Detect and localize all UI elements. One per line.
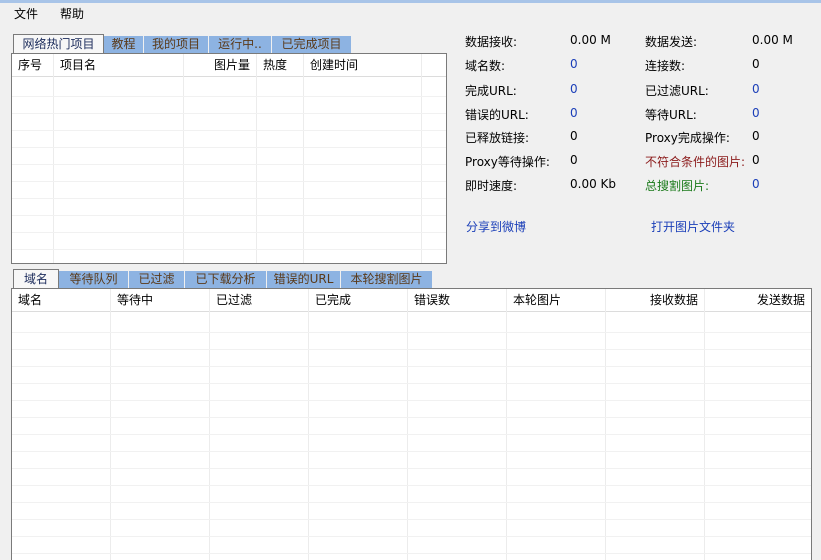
stat-label-error-url: 错误的URL: [465, 108, 529, 122]
tab-waiting-queue[interactable]: 等待队列 [59, 271, 129, 288]
tab-error-url[interactable]: 错误的URL [267, 271, 341, 288]
stat-value-instant-speed: 0.00 Kb [570, 177, 617, 191]
stat-value-completed-url: 0 [570, 82, 578, 96]
tab-round-images[interactable]: 本轮搜割图片 [341, 271, 433, 288]
column-header-errors[interactable]: 错误数 [408, 289, 507, 311]
menu-help[interactable]: 帮助 [56, 5, 88, 22]
tab-completed-projects[interactable]: 已完成项目 [272, 36, 352, 53]
project-table-header: 序号 项目名 图片量 热度 创建时间 [12, 54, 446, 77]
stat-label-proxy-completed: Proxy完成操作: [645, 131, 730, 145]
stat-value-proxy-completed: 0 [752, 129, 760, 143]
tab-hot-projects[interactable]: 网络热门项目 [13, 34, 104, 53]
stat-label-instant-speed: 即时速度: [465, 179, 518, 193]
stat-value-data-received: 0.00 M [570, 33, 611, 47]
open-image-folder-link[interactable]: 打开图片文件夹 [651, 218, 735, 235]
stat-label-data-received: 数据接收: [465, 35, 518, 49]
stat-label-completed-url: 完成URL: [465, 84, 517, 98]
menu-file[interactable]: 文件 [10, 5, 42, 22]
column-header-index[interactable]: 序号 [12, 54, 54, 76]
tab-filtered[interactable]: 已过滤 [129, 271, 185, 288]
tab-tutorial[interactable]: 教程 [104, 36, 144, 53]
column-header-completed[interactable]: 已完成 [309, 289, 408, 311]
column-header-received-data[interactable]: 接收数据 [606, 289, 705, 311]
share-weibo-link[interactable]: 分享到微博 [466, 218, 526, 235]
stat-label-waiting-url: 等待URL: [645, 108, 697, 122]
tab-running[interactable]: 运行中.. [209, 36, 272, 53]
stat-value-domains: 0 [570, 57, 578, 71]
stat-label-data-sent: 数据发送: [645, 35, 698, 49]
stat-label-domains: 域名数: [465, 59, 506, 73]
column-header-sent-data[interactable]: 发送数据 [705, 289, 811, 311]
stat-value-connections: 0 [752, 57, 760, 71]
column-header-round-images[interactable]: 本轮图片 [507, 289, 606, 311]
project-table: 序号 项目名 图片量 热度 创建时间 [11, 53, 447, 264]
domain-tabs: 域名 等待队列 已过滤 已下载分析 错误的URL 本轮搜割图片 [13, 269, 453, 288]
stat-value-total-images: 0 [752, 177, 760, 191]
project-tabs: 网络热门项目 教程 我的项目 运行中.. 已完成项目 [13, 34, 453, 53]
column-header-created-time[interactable]: 创建时间 [304, 54, 422, 76]
stat-value-data-sent: 0.00 M [752, 33, 793, 47]
stat-value-unqualified-images: 0 [752, 153, 760, 167]
stat-value-filtered-url: 0 [752, 82, 760, 96]
stat-label-total-images: 总搜割图片: [645, 179, 710, 193]
stat-value-waiting-url: 0 [752, 106, 760, 120]
domain-table: 域名 等待中 已过滤 已完成 错误数 本轮图片 接收数据 发送数据 [11, 288, 812, 560]
column-header-image-count[interactable]: 图片量 [184, 54, 257, 76]
stat-value-released-links: 0 [570, 129, 578, 143]
stat-value-proxy-waiting: 0 [570, 153, 578, 167]
stat-value-error-url: 0 [570, 106, 578, 120]
tab-my-projects[interactable]: 我的项目 [144, 36, 209, 53]
menu-bar: 文件 帮助 [0, 3, 821, 23]
column-header-popularity[interactable]: 热度 [257, 54, 304, 76]
stat-label-unqualified-images: 不符合条件的图片: [645, 155, 746, 169]
tab-domains[interactable]: 域名 [13, 269, 59, 288]
column-header-waiting[interactable]: 等待中 [111, 289, 210, 311]
stat-label-released-links: 已释放链接: [465, 131, 530, 145]
column-header-project-name[interactable]: 项目名 [54, 54, 184, 76]
domain-table-header: 域名 等待中 已过滤 已完成 错误数 本轮图片 接收数据 发送数据 [12, 289, 811, 312]
stat-label-connections: 连接数: [645, 59, 686, 73]
column-header-filtered[interactable]: 已过滤 [210, 289, 309, 311]
tab-download-analysis[interactable]: 已下载分析 [185, 271, 267, 288]
column-header-domain[interactable]: 域名 [12, 289, 111, 311]
stat-label-proxy-waiting: Proxy等待操作: [465, 155, 550, 169]
stat-label-filtered-url: 已过滤URL: [645, 84, 709, 98]
